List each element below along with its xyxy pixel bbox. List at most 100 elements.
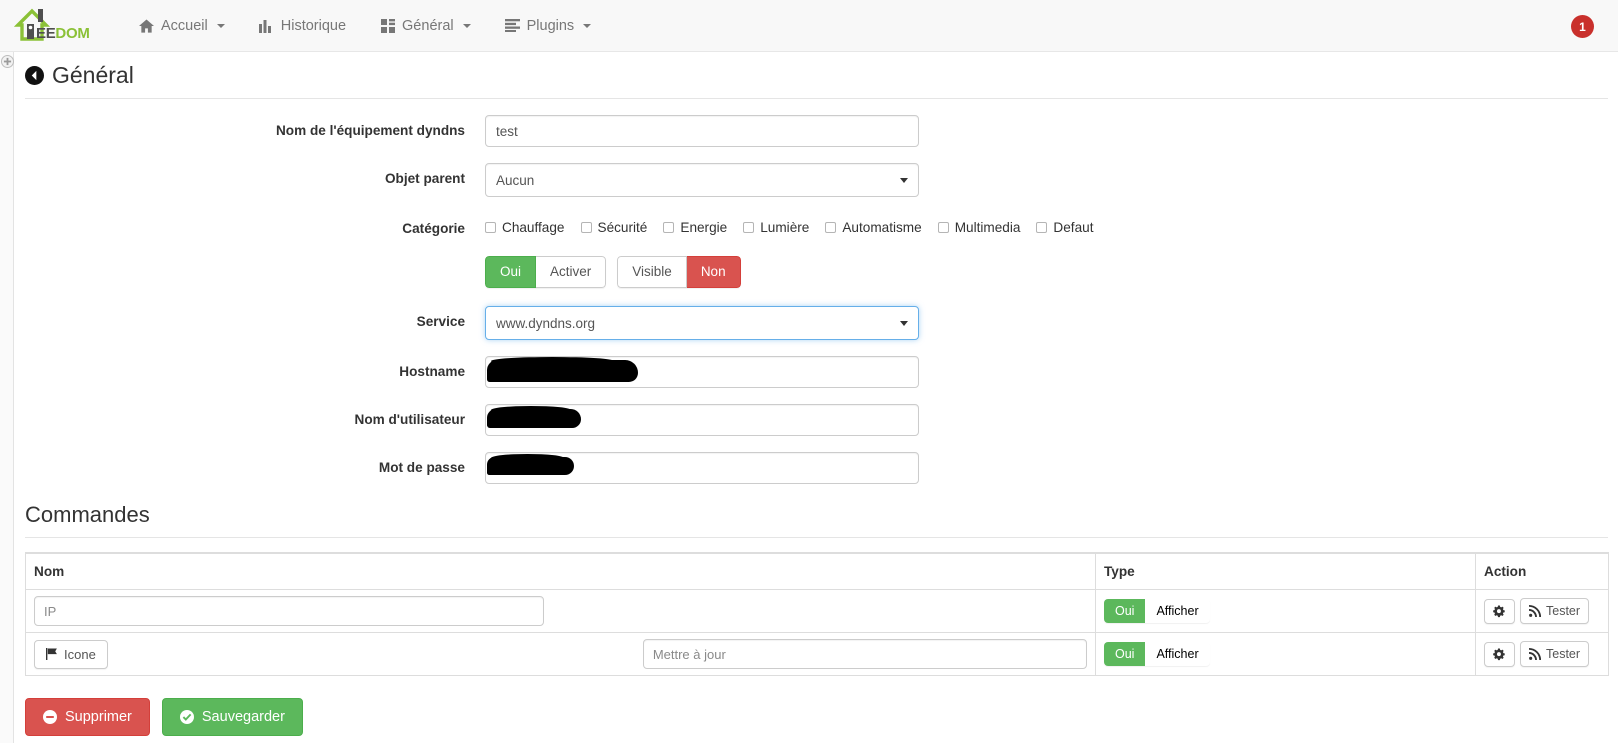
- form-row-password: Mot de passe: [25, 452, 1608, 484]
- chart-bar-icon: [259, 18, 274, 33]
- save-button-label: Sauvegarder: [201, 709, 285, 725]
- command-config-button-2[interactable]: [1484, 641, 1515, 667]
- type-afficher-button-2[interactable]: Afficher: [1145, 642, 1209, 666]
- sidebar-expand-button[interactable]: [1, 55, 14, 68]
- toggle-activer-button[interactable]: Activer: [536, 256, 607, 288]
- plus-circle-icon: [3, 57, 12, 66]
- checkbox-label: Lumière: [760, 220, 810, 235]
- field-password: [485, 452, 919, 484]
- type-oui-button-1[interactable]: Oui: [1104, 599, 1146, 623]
- footer-actions: Supprimer Sauvegarder: [25, 698, 1608, 736]
- command-icon-label-2: Icone: [64, 646, 96, 662]
- action-buttons-2: Tester: [1484, 641, 1600, 667]
- delete-button[interactable]: Supprimer: [25, 698, 150, 736]
- checkbox-box-icon: [485, 222, 496, 233]
- service-select[interactable]: www.dyndns.org: [485, 306, 919, 340]
- nav-item-historique[interactable]: Historique: [242, 0, 363, 52]
- logo-wordmark: EEDOM: [36, 25, 90, 42]
- form-row-hostname: Hostname: [25, 356, 1608, 388]
- label-hostname: Hostname: [399, 364, 465, 379]
- checkbox-multimedia[interactable]: Multimedia: [937, 220, 1021, 235]
- checkbox-energie[interactable]: Energie: [663, 220, 727, 235]
- toggle-non-button[interactable]: Non: [686, 256, 741, 288]
- checkbox-box-icon: [580, 222, 592, 233]
- cell-command-action-1: Tester: [1475, 589, 1609, 633]
- nav-item-plugins[interactable]: Plugins: [488, 0, 609, 52]
- checkbox-label: Defaut: [1053, 220, 1094, 235]
- check-circle-icon: [179, 710, 194, 724]
- chevron-down-icon: [583, 23, 592, 28]
- label-password: Mot de passe: [378, 460, 465, 475]
- save-button[interactable]: Sauvegarder: [161, 698, 303, 736]
- command-update-input-2[interactable]: [642, 639, 1087, 669]
- checkbox-box-icon: [663, 222, 675, 233]
- checkbox-defaut[interactable]: Defaut: [1036, 220, 1093, 235]
- toggle-visible-button[interactable]: Visible: [617, 256, 687, 288]
- top-navbar: EEDOM Accueil Historique Général Plugins…: [0, 0, 1618, 52]
- field-equipment-name: [485, 115, 919, 147]
- cell-inner: [34, 596, 1087, 626]
- cell-command-type-1: Oui Afficher: [1095, 589, 1476, 633]
- form-row-equipment-name: Nom de l'équipement dyndns: [25, 115, 1608, 147]
- main-content: Général Nom de l'équipement dyndns Objet…: [15, 52, 1618, 743]
- brand-logo[interactable]: EEDOM: [13, 6, 94, 46]
- page-title-text: Général: [52, 62, 134, 88]
- minus-circle-icon: [43, 710, 57, 724]
- nav-item-accueil[interactable]: Accueil: [122, 0, 242, 52]
- checkbox-box-icon: [937, 222, 949, 233]
- parent-object-value: Aucun: [496, 172, 535, 188]
- checkbox-chauffage[interactable]: Chauffage: [485, 220, 565, 235]
- command-config-button-1[interactable]: [1484, 598, 1515, 624]
- commands-table: Nom Type Action Oui Afficher: [25, 552, 1609, 676]
- field-hostname: [485, 356, 919, 388]
- th-large-icon: [380, 18, 395, 33]
- arrow-circle-left-icon[interactable]: [25, 66, 44, 85]
- commands-title: Commandes: [25, 500, 1608, 538]
- left-rail: [0, 52, 14, 743]
- cell-command-name-1: [25, 589, 1096, 633]
- command-test-button-1[interactable]: Tester: [1520, 598, 1590, 624]
- cogs-icon: [1493, 605, 1505, 617]
- checkbox-lumiere[interactable]: Lumière: [743, 220, 809, 235]
- nav-label-historique: Historique: [280, 17, 347, 34]
- type-afficher-button-1[interactable]: Afficher: [1145, 599, 1209, 623]
- checkbox-label: Sécurité: [597, 220, 648, 235]
- parent-object-select[interactable]: Aucun: [485, 163, 919, 197]
- checkbox-securite[interactable]: Sécurité: [580, 220, 648, 235]
- logo-dom-text: DOM: [55, 24, 90, 42]
- delete-button-label: Supprimer: [65, 709, 132, 725]
- field-parent-object: Aucun: [485, 163, 919, 197]
- toggle-oui-button[interactable]: Oui: [485, 256, 537, 288]
- form-row-toggles: Oui Activer Visible Non: [25, 252, 1608, 288]
- checkbox-box-icon: [1036, 222, 1048, 233]
- cell-command-action-2: Tester: [1475, 632, 1609, 676]
- nav-item-general[interactable]: Général: [363, 0, 488, 52]
- type-oui-button-2[interactable]: Oui: [1104, 642, 1146, 666]
- command-test-label-1: Tester: [1546, 604, 1581, 618]
- label-service: Service: [416, 314, 465, 329]
- table-row: Oui Afficher: [25, 589, 1609, 633]
- checkbox-automatisme[interactable]: Automatisme: [825, 220, 922, 235]
- app-root: EEDOM Accueil Historique Général Plugins…: [0, 0, 1618, 743]
- command-test-label-2: Tester: [1546, 647, 1581, 661]
- notification-badge[interactable]: 1: [1571, 15, 1594, 38]
- command-name-input-1[interactable]: [34, 596, 544, 626]
- chevron-down-icon: [216, 23, 225, 28]
- type-toggle-group-2: Oui Afficher: [1104, 642, 1210, 666]
- label-equipment-name: Nom de l'équipement dyndns: [275, 123, 465, 138]
- rss-icon: [1529, 648, 1541, 660]
- rss-icon: [1529, 605, 1541, 617]
- checkbox-label: Multimedia: [954, 220, 1021, 235]
- equipment-name-input[interactable]: [485, 115, 919, 147]
- command-test-button-2[interactable]: Tester: [1520, 641, 1590, 667]
- nav-label-accueil: Accueil: [161, 17, 208, 34]
- form-row-service: Service www.dyndns.org: [25, 306, 1608, 340]
- column-header-type: Type: [1095, 552, 1476, 590]
- logo-graphic: EEDOM: [13, 7, 90, 45]
- cell-inner: Icone: [34, 639, 1087, 669]
- command-icon-button-2[interactable]: Icone: [34, 639, 108, 669]
- service-value: www.dyndns.org: [496, 315, 596, 331]
- column-header-action: Action: [1475, 552, 1609, 590]
- page-title: Général: [25, 52, 1608, 99]
- toggle-groups: Oui Activer Visible Non: [485, 252, 741, 288]
